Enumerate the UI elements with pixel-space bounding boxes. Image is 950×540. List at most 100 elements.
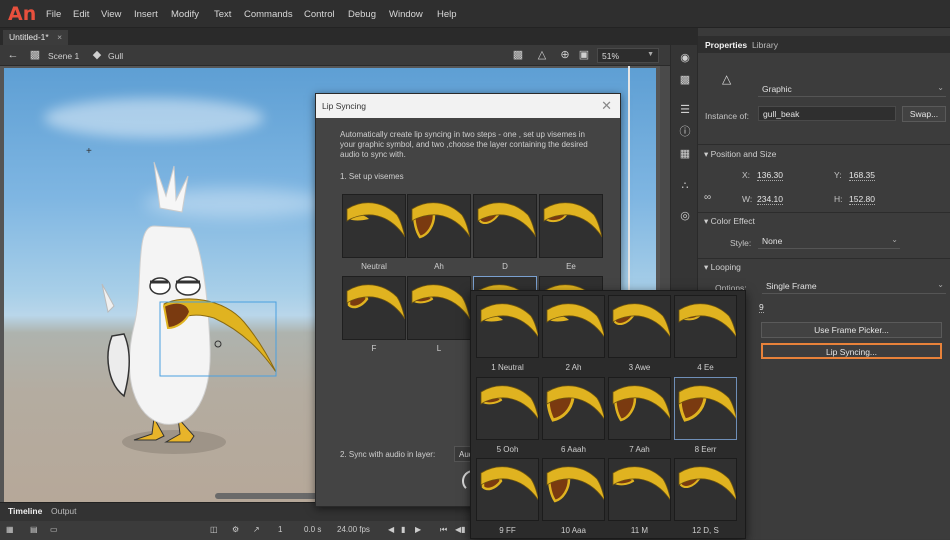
y-label: Y: — [834, 170, 842, 180]
looping-header[interactable]: ▾ Looping — [704, 262, 741, 273]
zoom-select[interactable]: 51% ▼ — [597, 48, 659, 63]
breadcrumb-symbol[interactable]: Gull — [108, 51, 123, 61]
center-stage-icon[interactable]: ⊕ — [558, 48, 572, 62]
menu-text[interactable]: Text — [214, 9, 231, 20]
edit-scene-icon[interactable]: ▩ — [511, 48, 525, 62]
swatches-icon[interactable]: ∴ — [678, 179, 692, 193]
back-arrow-icon[interactable]: ← — [6, 48, 20, 62]
step-back-icon[interactable]: ◀▮ — [455, 525, 466, 534]
first-frame-icon[interactable]: ⏮ — [440, 525, 447, 535]
edit-symbols-icon[interactable]: △ — [535, 48, 549, 62]
new-folder-icon[interactable]: ▤ — [30, 525, 38, 534]
current-time: 0.0 s — [304, 525, 322, 534]
library-icon[interactable]: ▩ — [678, 73, 692, 87]
use-frame-picker-button[interactable]: Use Frame Picker... — [761, 322, 942, 338]
beak-thumbnail — [346, 202, 405, 238]
frame-rate[interactable]: 24.00 fps — [337, 525, 370, 534]
menu-bar: An File Edit View Insert Modify Text Com… — [0, 0, 950, 28]
menu-insert[interactable]: Insert — [134, 9, 158, 20]
lip-syncing-button[interactable]: Lip Syncing... — [761, 343, 942, 359]
picker-frame-4[interactable] — [674, 295, 737, 358]
viseme-cell-ee[interactable] — [539, 194, 603, 258]
stop-icon[interactable]: ▮ — [401, 525, 405, 534]
tab-timeline[interactable]: Timeline — [8, 506, 42, 516]
beak-thumbnail — [546, 385, 604, 422]
y-value[interactable]: 168.35 — [849, 170, 875, 181]
beak-thumbnail — [480, 385, 538, 420]
picker-frame-caption: 12 D, S — [692, 526, 719, 535]
looping-options-select[interactable]: Single Frame ⌄ — [762, 279, 946, 294]
beak-thumbnail — [546, 303, 604, 338]
viseme-caption: Ah — [434, 262, 444, 271]
swap-button[interactable]: Swap... — [902, 106, 946, 122]
viseme-cell-ah[interactable] — [407, 194, 471, 258]
menu-commands[interactable]: Commands — [244, 9, 293, 20]
viseme-cell-neutral[interactable] — [342, 194, 406, 258]
close-icon[interactable]: × — [57, 32, 62, 42]
position-size-header[interactable]: ▾ Position and Size — [704, 149, 776, 160]
beak-thumbnail — [612, 466, 670, 501]
clip-content-icon[interactable]: ▣ — [577, 48, 591, 62]
picker-frame-5[interactable] — [476, 377, 539, 440]
menu-view[interactable]: View — [101, 9, 121, 20]
picker-frame-1[interactable] — [476, 295, 539, 358]
menu-window[interactable]: Window — [389, 9, 423, 20]
picker-frame-7[interactable] — [608, 377, 671, 440]
tab-library[interactable]: Library — [752, 40, 778, 50]
picker-frame-3[interactable] — [608, 295, 671, 358]
new-layer-icon[interactable]: ▦ — [6, 525, 14, 534]
gull-character[interactable] — [94, 156, 294, 466]
viseme-cell-l[interactable] — [407, 276, 471, 340]
link-icon[interactable]: ∞ — [704, 192, 711, 203]
dialog-title-bar[interactable]: Lip Syncing ✕ — [316, 94, 620, 118]
menu-debug[interactable]: Debug — [348, 9, 376, 20]
app-logo: An — [8, 3, 37, 25]
breadcrumb-scene[interactable]: Scene 1 — [48, 51, 79, 61]
menu-help[interactable]: Help — [437, 9, 457, 20]
beak-thumbnail — [678, 466, 736, 501]
instance-behavior-select[interactable]: Graphic ⌄ — [758, 82, 946, 97]
camera-icon[interactable]: ◫ — [210, 525, 218, 534]
menu-edit[interactable]: Edit — [73, 9, 89, 20]
picker-frame-11[interactable] — [608, 458, 671, 521]
section-title: Color Effect — [710, 216, 755, 226]
tab-output[interactable]: Output — [51, 506, 77, 516]
w-value[interactable]: 234.10 — [757, 194, 783, 205]
graph-icon[interactable]: ↗ — [253, 525, 260, 534]
viseme-cell-f[interactable] — [342, 276, 406, 340]
first-frame-value[interactable]: 9 — [759, 302, 764, 313]
w-label: W: — [742, 194, 753, 204]
menu-control[interactable]: Control — [304, 9, 335, 20]
brush-library-icon[interactable]: ◉ — [678, 51, 692, 65]
picker-frame-9[interactable] — [476, 458, 539, 521]
tab-properties[interactable]: Properties — [705, 40, 747, 50]
chevron-down-icon: ⌄ — [937, 280, 944, 289]
color-effect-header[interactable]: ▾ Color Effect — [704, 216, 755, 227]
close-icon[interactable]: ✕ — [601, 98, 612, 114]
info-icon[interactable]: ⓘ — [678, 125, 692, 139]
picker-frame-8[interactable] — [674, 377, 737, 440]
picker-frame-6[interactable] — [542, 377, 605, 440]
beak-thumbnail — [543, 202, 602, 238]
picker-frame-10[interactable] — [542, 458, 605, 521]
menu-modify[interactable]: Modify — [171, 9, 199, 20]
instance-of-field[interactable]: gull_beak — [758, 106, 896, 121]
document-tab[interactable]: Untitled-1* × — [3, 30, 69, 45]
play-back-icon[interactable]: ◀ — [388, 525, 394, 534]
picker-frame-2[interactable] — [542, 295, 605, 358]
beak-thumbnail — [411, 202, 470, 239]
delete-icon[interactable]: ▭ — [50, 525, 58, 534]
picker-frame-12[interactable] — [674, 458, 737, 521]
layer-parenting-icon[interactable]: ⚙ — [232, 525, 239, 534]
beak-thumbnail — [480, 303, 538, 338]
transform-icon[interactable]: ▦ — [678, 147, 692, 161]
viseme-cell-d[interactable] — [473, 194, 537, 258]
color-style-select[interactable]: None ⌄ — [758, 234, 900, 249]
play-icon[interactable]: ▶ — [415, 525, 421, 534]
align-icon[interactable]: ☰ — [678, 103, 692, 117]
x-value[interactable]: 136.30 — [757, 170, 783, 181]
cc-libraries-icon[interactable]: ◎ — [678, 209, 692, 223]
h-value[interactable]: 152.80 — [849, 194, 875, 205]
menu-file[interactable]: File — [46, 9, 61, 20]
scene-clapper-icon: ▩ — [29, 49, 41, 61]
